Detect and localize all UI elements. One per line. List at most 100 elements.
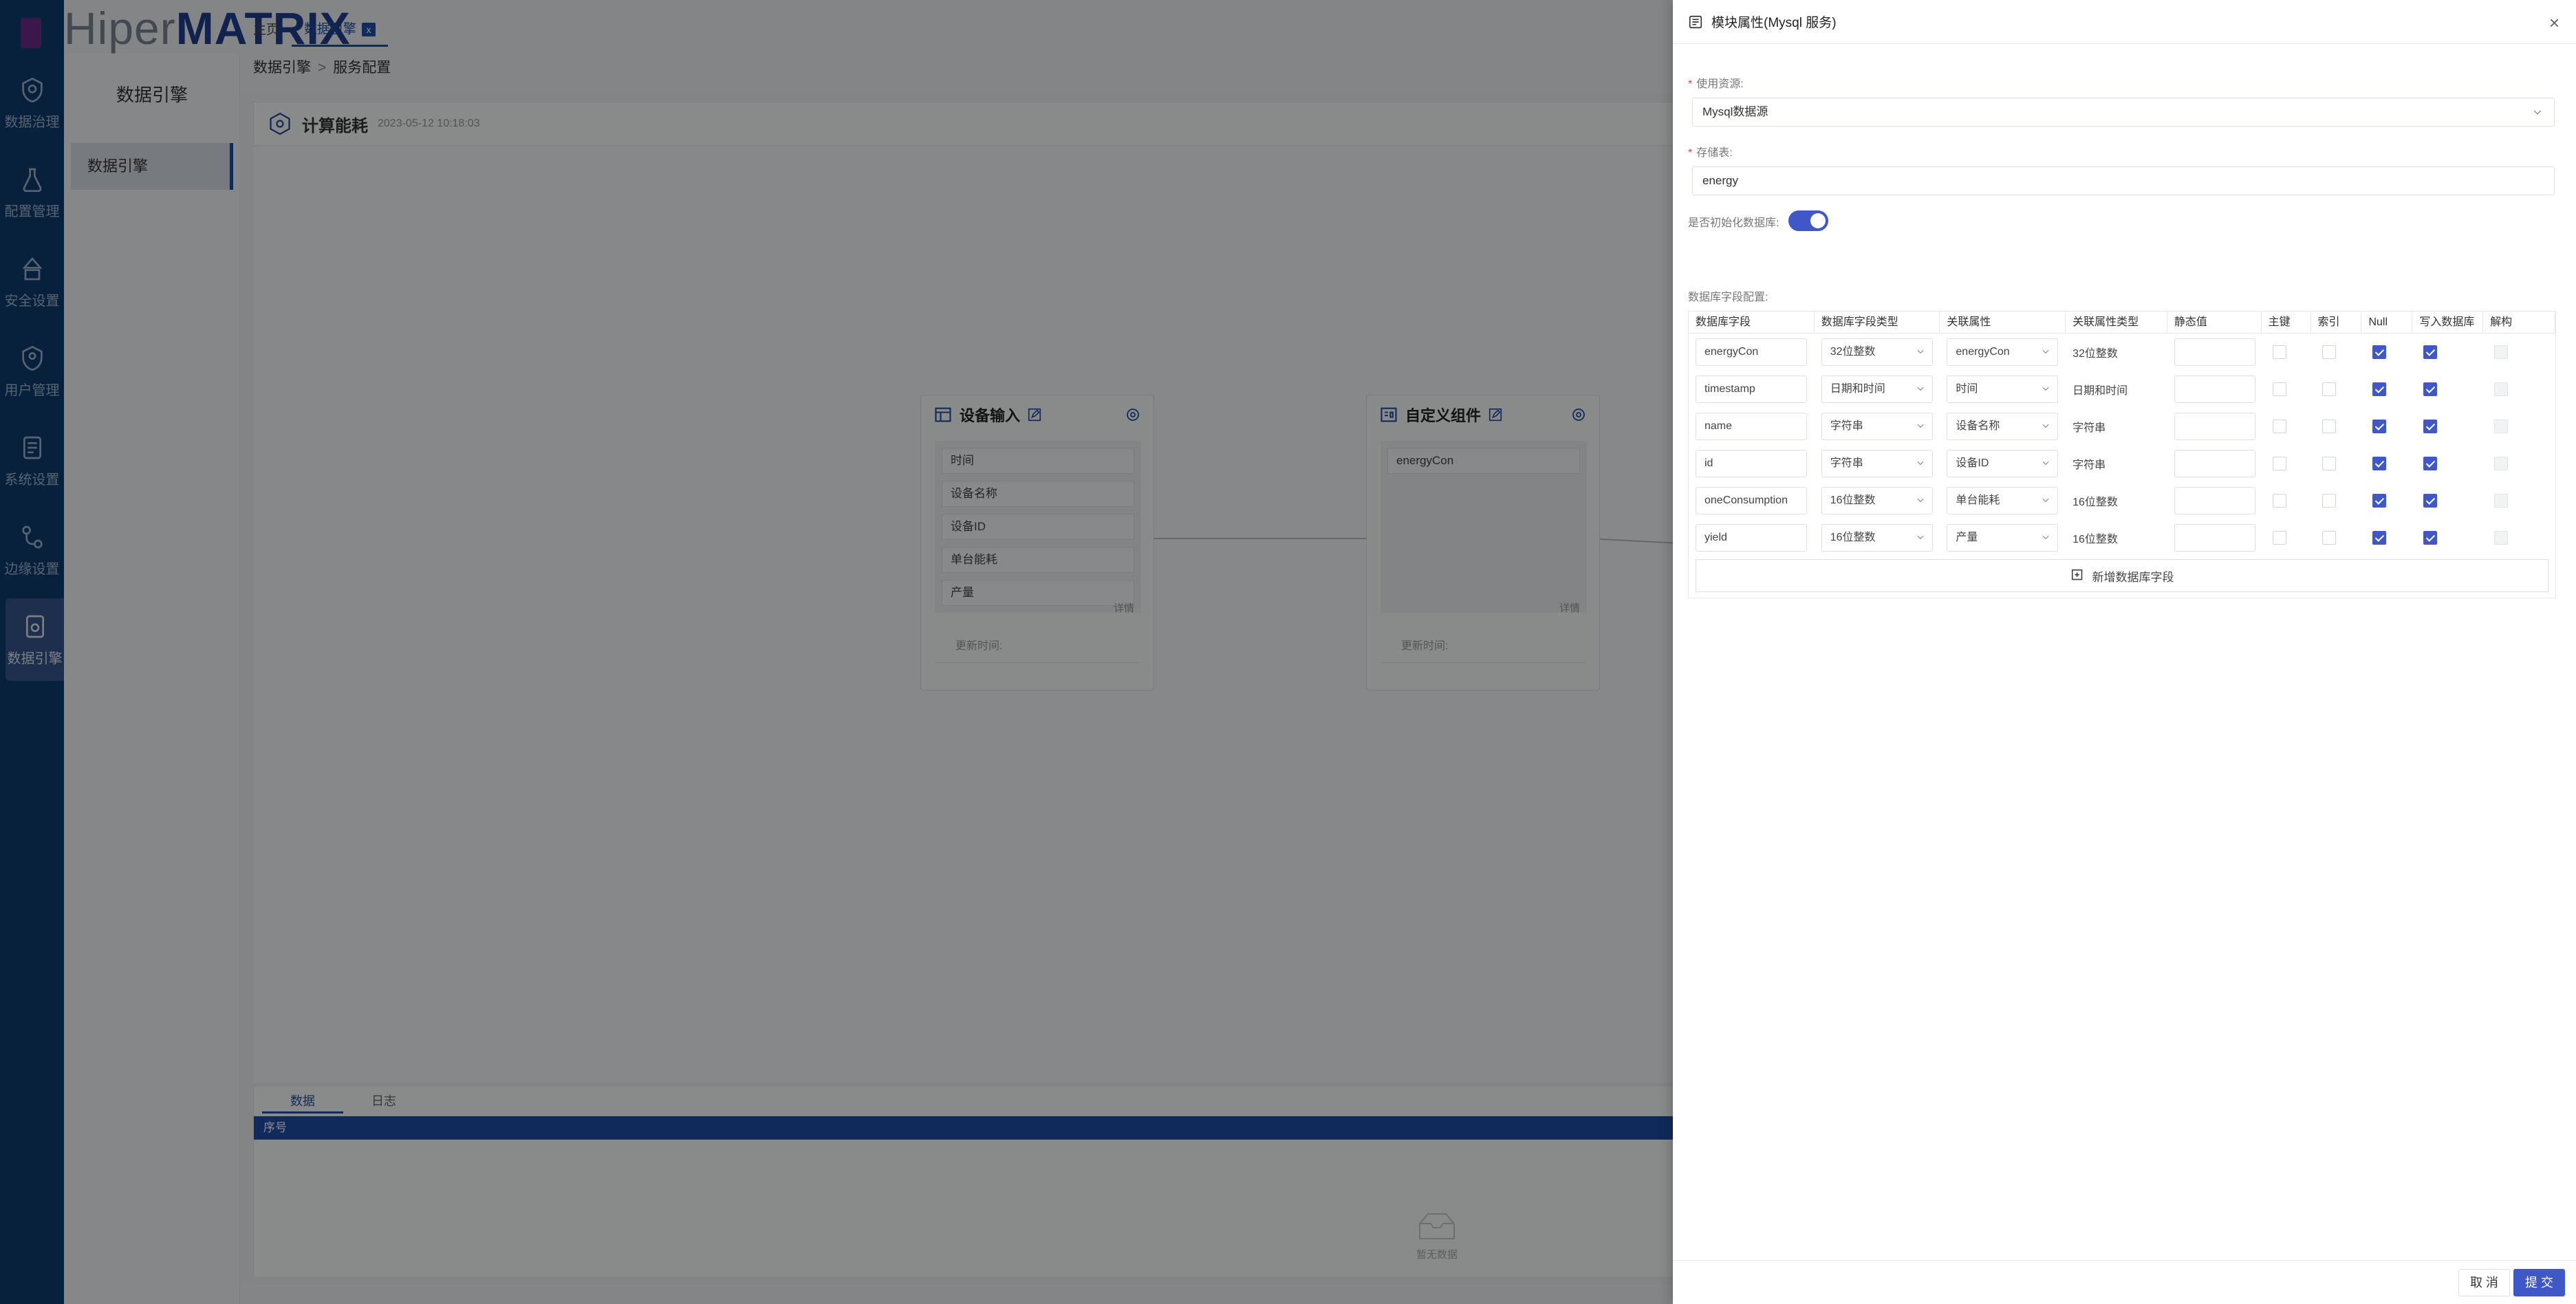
static-value-input[interactable] bbox=[2174, 338, 2255, 366]
index-checkbox[interactable] bbox=[2321, 420, 2336, 433]
field-type: 32位整数 bbox=[1830, 346, 1876, 358]
null-checkbox[interactable] bbox=[2372, 531, 2387, 545]
chevron-down-icon bbox=[2533, 110, 2542, 115]
submit-button[interactable]: 提 交 bbox=[2513, 1269, 2565, 1296]
add-field-button[interactable]: 新增数据库字段 bbox=[1696, 559, 2548, 592]
field-type: 日期和时间 bbox=[1830, 383, 1885, 395]
index-checkbox[interactable] bbox=[2321, 494, 2336, 508]
drawer-header: 模块属性(Mysql 服务) × bbox=[1673, 0, 2576, 44]
primary-key-checkbox[interactable] bbox=[2272, 457, 2286, 470]
resource-label: * 使用资源: bbox=[1688, 78, 1744, 90]
static-value-input[interactable] bbox=[2174, 450, 2255, 477]
required-mark: * bbox=[1688, 147, 1693, 159]
static-value-input[interactable] bbox=[2174, 524, 2255, 552]
write-db-checkbox[interactable] bbox=[2423, 494, 2438, 508]
properties-icon bbox=[1689, 15, 1702, 28]
field-type-select[interactable]: 字符串 bbox=[1821, 450, 1933, 477]
drawer-footer: 取 消 提 交 bbox=[1673, 1260, 2576, 1304]
cancel-button[interactable]: 取 消 bbox=[2458, 1269, 2510, 1296]
field-name-input[interactable]: yield bbox=[1696, 524, 1807, 552]
module-properties-drawer: 模块属性(Mysql 服务) × * 使用资源: Mysql数据源 * 存储表: e… bbox=[1673, 0, 2576, 1304]
null-checkbox[interactable] bbox=[2372, 457, 2387, 470]
field-name: timestamp bbox=[1704, 383, 1755, 395]
index-checkbox[interactable] bbox=[2321, 457, 2336, 470]
attr-select[interactable]: 产量 bbox=[1947, 524, 2059, 552]
field-name-input[interactable]: id bbox=[1696, 450, 1807, 477]
chevron-down-icon bbox=[1917, 535, 1924, 540]
static-value-input[interactable] bbox=[2174, 376, 2255, 403]
init-db-toggle[interactable] bbox=[1788, 210, 1828, 231]
null-checkbox[interactable] bbox=[2372, 345, 2387, 359]
field-type-select[interactable]: 32位整数 bbox=[1821, 338, 1933, 366]
null-checkbox[interactable] bbox=[2372, 420, 2387, 433]
close-icon[interactable]: × bbox=[2549, 12, 2559, 34]
table-row: energyCon 32位整数 energyCon 32位整数 bbox=[1689, 334, 2555, 371]
write-db-checkbox[interactable] bbox=[2423, 345, 2438, 359]
static-value-input[interactable] bbox=[2174, 413, 2255, 440]
primary-key-checkbox[interactable] bbox=[2272, 531, 2286, 545]
attr-name: 产量 bbox=[1956, 532, 1978, 543]
resource-select[interactable]: Mysql数据源 bbox=[1692, 98, 2555, 127]
table-row: timestamp 日期和时间 时间 日期和时间 bbox=[1689, 371, 2555, 408]
modal-mask[interactable] bbox=[0, 0, 1673, 1304]
null-checkbox[interactable] bbox=[2372, 494, 2387, 508]
column-header: 数据库字段 bbox=[1689, 312, 1815, 333]
column-header: 索引 bbox=[2311, 312, 2362, 333]
field-type-select[interactable]: 16位整数 bbox=[1821, 524, 1933, 552]
write-db-checkbox[interactable] bbox=[2423, 420, 2438, 433]
attr-select[interactable]: energyCon bbox=[1947, 338, 2059, 366]
table-row: name 字符串 设备名称 字符串 bbox=[1689, 408, 2555, 445]
attr-select[interactable]: 单台能耗 bbox=[1947, 487, 2059, 514]
attr-type: 16位整数 bbox=[2072, 497, 2118, 508]
attr-select[interactable]: 设备ID bbox=[1947, 450, 2059, 477]
field-name: name bbox=[1704, 420, 1733, 432]
table-row: oneConsumption 16位整数 单台能耗 16位整数 bbox=[1689, 482, 2555, 519]
destruct-checkbox[interactable] bbox=[2494, 420, 2509, 433]
table-input[interactable]: energy bbox=[1692, 166, 2555, 195]
chevron-down-icon bbox=[2042, 387, 2049, 391]
attr-type: 日期和时间 bbox=[2072, 385, 2128, 397]
field-name: id bbox=[1704, 457, 1713, 469]
column-header: Null bbox=[2361, 312, 2413, 333]
index-checkbox[interactable] bbox=[2321, 345, 2336, 359]
write-db-checkbox[interactable] bbox=[2423, 457, 2438, 470]
field-name-input[interactable]: energyCon bbox=[1696, 338, 1807, 366]
write-db-checkbox[interactable] bbox=[2423, 382, 2438, 396]
null-checkbox[interactable] bbox=[2372, 382, 2387, 396]
index-checkbox[interactable] bbox=[2321, 382, 2336, 396]
attr-select[interactable]: 时间 bbox=[1947, 376, 2059, 403]
primary-key-checkbox[interactable] bbox=[2272, 382, 2286, 396]
index-checkbox[interactable] bbox=[2321, 531, 2336, 545]
static-value-input[interactable] bbox=[2174, 487, 2255, 514]
destruct-checkbox[interactable] bbox=[2494, 345, 2509, 359]
primary-key-checkbox[interactable] bbox=[2272, 420, 2286, 433]
destruct-checkbox[interactable] bbox=[2494, 382, 2509, 396]
table-row: yield 16位整数 产量 16位整数 bbox=[1689, 519, 2555, 556]
column-header: 解构 bbox=[2483, 312, 2556, 333]
attr-name: 时间 bbox=[1956, 383, 1978, 395]
column-header: 写入数据库 bbox=[2412, 312, 2484, 333]
column-header: 静态值 bbox=[2167, 312, 2262, 333]
field-name-input[interactable]: oneConsumption bbox=[1696, 487, 1807, 514]
field-name-input[interactable]: name bbox=[1696, 413, 1807, 440]
field-type: 16位整数 bbox=[1830, 532, 1876, 543]
field-name: yield bbox=[1704, 532, 1727, 543]
destruct-checkbox[interactable] bbox=[2494, 494, 2509, 508]
write-db-checkbox[interactable] bbox=[2423, 531, 2438, 545]
chevron-down-icon bbox=[2042, 498, 2049, 503]
primary-key-checkbox[interactable] bbox=[2272, 494, 2286, 508]
attr-select[interactable]: 设备名称 bbox=[1947, 413, 2059, 440]
field-name-input[interactable]: timestamp bbox=[1696, 376, 1807, 403]
table-row: id 字符串 设备ID 字符串 bbox=[1689, 445, 2555, 482]
destruct-checkbox[interactable] bbox=[2494, 457, 2509, 470]
init-db-label: 是否初始化数据库: bbox=[1688, 217, 1779, 229]
column-header: 关联属性 bbox=[1940, 312, 2066, 333]
field-type-select[interactable]: 字符串 bbox=[1821, 413, 1933, 440]
field-type: 字符串 bbox=[1830, 420, 1863, 432]
destruct-checkbox[interactable] bbox=[2494, 531, 2509, 545]
field-type-select[interactable]: 16位整数 bbox=[1821, 487, 1933, 514]
primary-key-checkbox[interactable] bbox=[2272, 345, 2286, 359]
field-type-select[interactable]: 日期和时间 bbox=[1821, 376, 1933, 403]
add-field-label: 新增数据库字段 bbox=[2092, 570, 2174, 584]
attr-name: 设备名称 bbox=[1956, 420, 2000, 432]
